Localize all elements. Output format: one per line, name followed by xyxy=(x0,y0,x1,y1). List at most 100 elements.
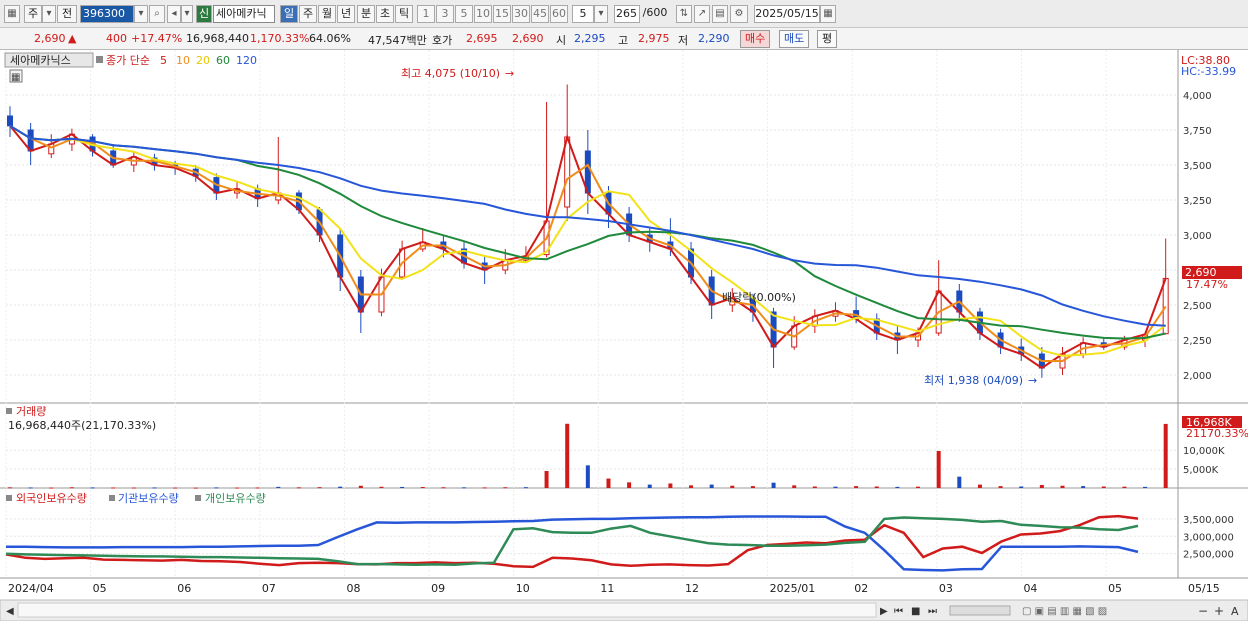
volume-bar xyxy=(689,485,694,488)
volume-bar xyxy=(49,487,54,489)
ma10-legend: 10 xyxy=(176,54,190,67)
volume-bar xyxy=(854,486,859,488)
stop-icon[interactable]: ■ xyxy=(911,606,920,617)
period-day[interactable]: 일 xyxy=(280,5,298,23)
scroll-left-icon[interactable]: ◀ xyxy=(6,606,14,617)
count-input[interactable]: 265 xyxy=(614,5,640,23)
save-icon[interactable]: ▤ xyxy=(712,5,728,23)
scroll-right-icon[interactable]: ▶ xyxy=(880,606,888,617)
x-tick-label: 05 xyxy=(1108,582,1122,595)
interval-5[interactable]: 5 xyxy=(455,5,473,23)
ask-label: 호가 xyxy=(432,34,453,47)
draw-icon[interactable]: ↗ xyxy=(694,5,710,23)
interval-dropdown-icon[interactable]: ▾ xyxy=(594,5,608,23)
prev-button[interactable]: 전 xyxy=(57,5,77,23)
interval-45[interactable]: 45 xyxy=(531,5,549,23)
low-price: 2,290 xyxy=(698,32,730,45)
current-price: 2,690 xyxy=(34,32,66,45)
stock-code-input[interactable]: 396300 xyxy=(80,5,134,23)
x-tick-label: 07 xyxy=(262,582,276,595)
first-page-icon[interactable]: ⏮ xyxy=(894,606,903,617)
volume-bar xyxy=(585,465,590,488)
volume-bar xyxy=(523,487,528,489)
volume-bar xyxy=(1039,484,1044,488)
volume-bar xyxy=(812,486,817,488)
volume-bar xyxy=(131,487,136,489)
interval-60[interactable]: 60 xyxy=(550,5,568,23)
zoom-out-icon[interactable]: − xyxy=(1198,604,1208,618)
period-year[interactable]: 년 xyxy=(337,5,355,23)
volume-bar xyxy=(8,487,12,489)
x-tick-label: 2025/01 xyxy=(770,582,816,595)
volume-pct-tag: 21170.33% xyxy=(1186,427,1248,440)
volume-bar xyxy=(1081,486,1086,488)
holdings-tick-label: 3,500,000 xyxy=(1183,515,1234,526)
zoom-in-icon[interactable]: + xyxy=(1214,604,1224,618)
volume-bar xyxy=(214,487,219,489)
volume-bar xyxy=(1122,486,1127,488)
scroll-track[interactable] xyxy=(17,602,877,618)
volume-bar xyxy=(668,483,673,488)
interval-10[interactable]: 10 xyxy=(474,5,492,23)
price-tick-label: 4,000 xyxy=(1183,91,1212,102)
calendar-icon[interactable]: ▦ xyxy=(820,5,836,23)
ma60-legend: 60 xyxy=(216,54,230,67)
holdings-tick-label: 3,000,000 xyxy=(1183,532,1234,543)
period-week[interactable]: 주 xyxy=(299,5,317,23)
chart-tools-icon[interactable]: ⇅ xyxy=(676,5,692,23)
settings-icon[interactable]: ⚙ xyxy=(730,5,748,23)
candle-body xyxy=(7,115,13,127)
period-minute[interactable]: 분 xyxy=(357,5,375,23)
volume-ratio: 1,170.33% xyxy=(250,32,310,45)
layout-icon[interactable]: ▦ xyxy=(4,5,20,23)
high-annotation: 최고 4,075 (10/10) xyxy=(401,67,500,80)
volume-bar xyxy=(28,487,33,489)
low-annotation: 최저 1,938 (04/09) xyxy=(924,374,1023,387)
search-icon[interactable]: ⌕ xyxy=(149,5,165,23)
volume-bar xyxy=(1101,486,1106,488)
legend-retail: 개인보유수량 xyxy=(205,492,266,505)
volume-bar xyxy=(296,487,301,489)
interval-3[interactable]: 3 xyxy=(436,5,454,23)
volume-bar xyxy=(255,487,260,489)
layout-icons[interactable]: ▢ ▣ ▤ ▥ ▦ ▧ ▨ xyxy=(1022,606,1107,617)
volume-bar xyxy=(730,485,735,488)
eval-button[interactable]: 평 xyxy=(817,30,838,48)
interval-15[interactable]: 15 xyxy=(493,5,511,23)
zoom-slider[interactable] xyxy=(949,605,1011,616)
period-second[interactable]: 초 xyxy=(376,5,394,23)
interval-30[interactable]: 30 xyxy=(512,5,530,23)
x-tick-label: 03 xyxy=(939,582,953,595)
code-dropdown-icon[interactable]: ▾ xyxy=(134,5,148,23)
sell-button[interactable]: 매도 xyxy=(779,30,810,48)
date-input[interactable]: 2025/05/15 xyxy=(754,5,820,23)
volume-value: 16,968,440주(21,170.33%) xyxy=(8,419,156,432)
open-price: 2,295 xyxy=(574,32,606,45)
x-tick-label: 2024/04 xyxy=(8,582,54,595)
period-month[interactable]: 월 xyxy=(318,5,336,23)
volume-bar xyxy=(998,486,1003,488)
dropdown-arrow-icon[interactable]: ▾ xyxy=(42,5,56,23)
volume-title: 거래량 xyxy=(16,405,46,418)
buy-button[interactable]: 매수 xyxy=(740,30,771,48)
volume-bar xyxy=(709,484,714,488)
interval-input[interactable]: 5 xyxy=(572,5,594,23)
x-tick-label: 04 xyxy=(1023,582,1037,595)
volume-bar xyxy=(936,450,941,488)
sound-icon[interactable]: ◂ xyxy=(167,5,181,23)
interval-1[interactable]: 1 xyxy=(417,5,435,23)
high-label: 고 xyxy=(618,34,629,47)
next-page-icon[interactable]: ⏭ xyxy=(928,606,937,617)
auto-scale-icon[interactable]: A xyxy=(1231,605,1239,618)
stock-chart[interactable]: 4,0003,7503,5003,2503,0002,7502,5002,250… xyxy=(0,50,1248,621)
grid-toggle-icon[interactable]: ▦ xyxy=(11,72,20,83)
sound-dropdown-icon[interactable]: ▾ xyxy=(181,5,193,23)
period-tick[interactable]: 틱 xyxy=(395,5,413,23)
volume-bar xyxy=(317,487,322,489)
volume-bar xyxy=(977,484,982,488)
new-listing-badge: 신 xyxy=(196,5,212,23)
market-type-select[interactable]: 주 xyxy=(24,5,42,23)
current-pct-tag: 17.47% xyxy=(1186,278,1228,291)
ma20-legend: 20 xyxy=(196,54,210,67)
legend-foreign: 외국인보유수량 xyxy=(16,492,87,505)
